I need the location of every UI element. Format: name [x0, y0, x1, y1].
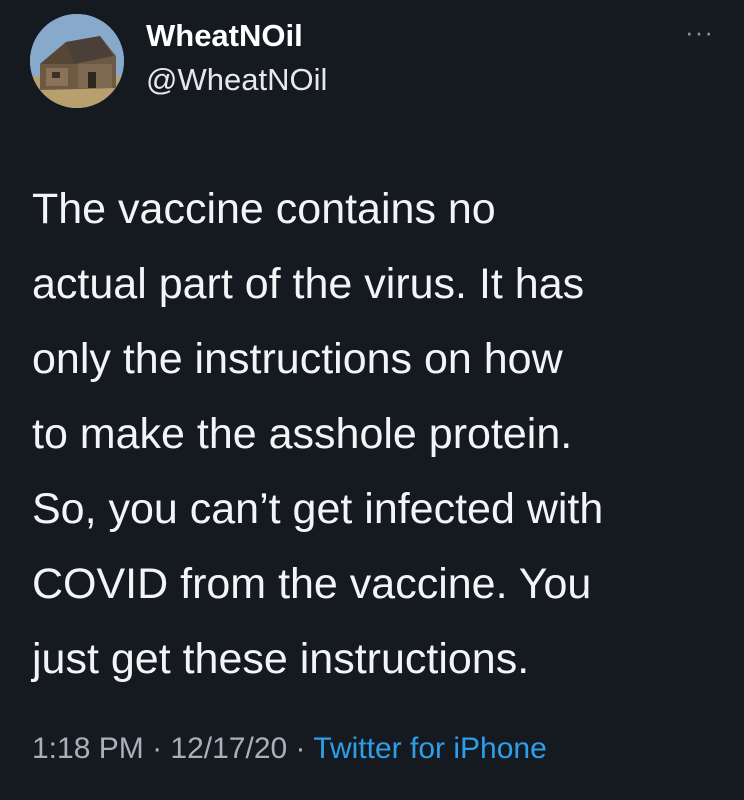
- tweet-text-line: So, you can’t get infected with: [32, 485, 604, 533]
- author-display-name[interactable]: WheatNOil: [146, 18, 303, 54]
- tweet-text-line: to make the asshole protein.: [32, 410, 573, 458]
- tweet-metadata: 1:18 PM · 12/17/20 · Twitter for iPhone: [32, 732, 547, 766]
- tweet-date[interactable]: 12/17/20: [170, 732, 287, 765]
- author-avatar[interactable]: [30, 14, 124, 108]
- barn-avatar-icon: [30, 14, 124, 108]
- tweet-text-line: only the instructions on how: [32, 335, 563, 383]
- tweet-text-line: just get these instructions.: [32, 635, 530, 683]
- tweet-source-link[interactable]: Twitter for iPhone: [313, 732, 546, 765]
- meta-separator: ·: [143, 732, 171, 765]
- tweet-text: The vaccine contains no actual part of t…: [32, 172, 722, 697]
- tweet-text-line: The vaccine contains no: [32, 185, 496, 233]
- tweet-text-line: actual part of the virus. It has: [32, 260, 585, 308]
- tweet-card: WheatNOil @WheatNOil ··· The vaccine con…: [0, 0, 744, 800]
- author-handle[interactable]: @WheatNOil: [146, 62, 327, 98]
- tweet-text-line: COVID from the vaccine. You: [32, 560, 592, 608]
- more-options-icon[interactable]: ···: [685, 19, 714, 45]
- tweet-time[interactable]: 1:18 PM: [32, 732, 144, 765]
- meta-separator: ·: [287, 732, 314, 765]
